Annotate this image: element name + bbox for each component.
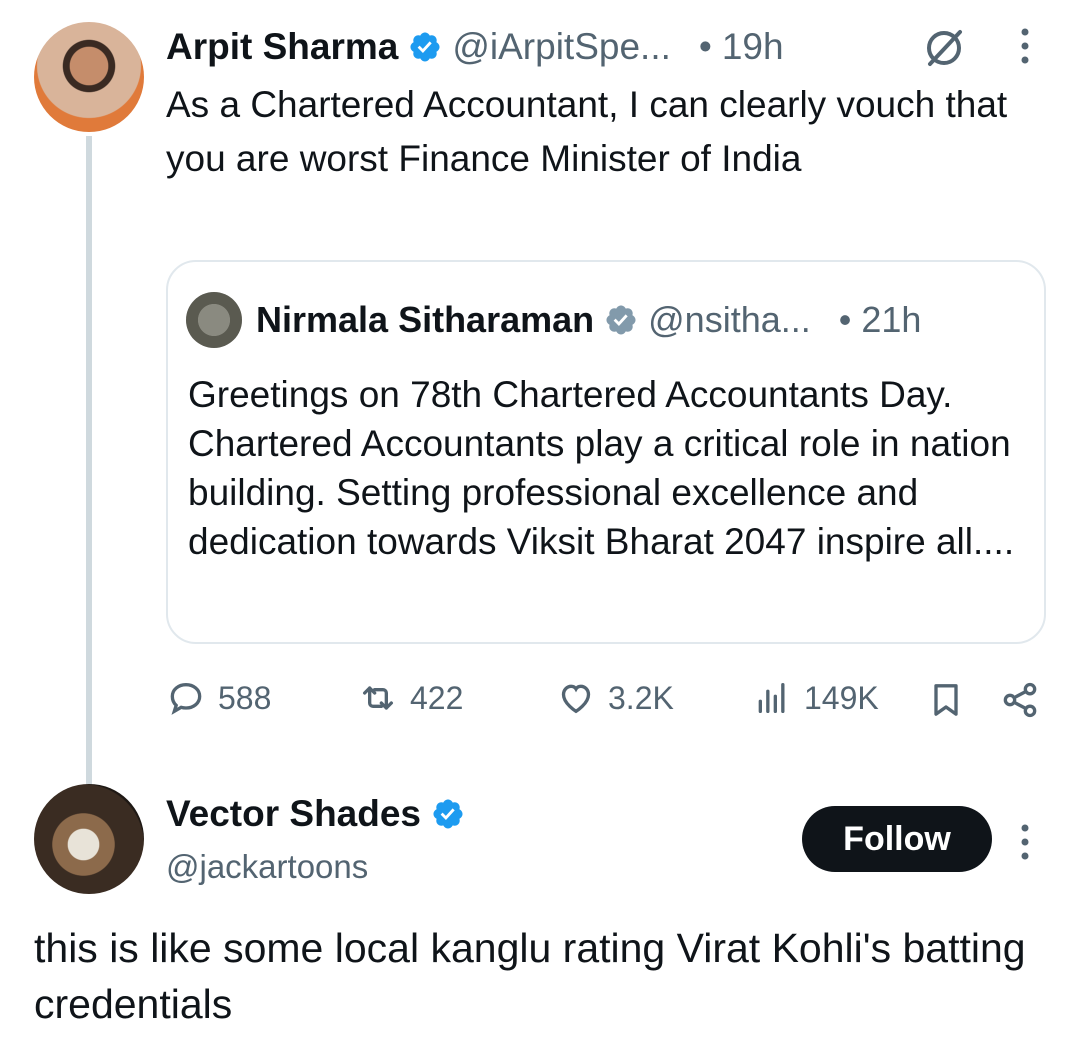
verified-badge-icon <box>433 799 463 829</box>
reply-button[interactable]: 588 <box>166 676 271 720</box>
author-name[interactable]: Arpit Sharma <box>166 26 398 68</box>
reply-text: this is like some local kanglu rating Vi… <box>34 925 1026 1027</box>
avatar[interactable] <box>34 784 144 894</box>
avatar <box>186 292 242 348</box>
repost-icon <box>363 686 393 710</box>
share-button[interactable] <box>1000 678 1040 722</box>
bookmark-icon <box>934 684 958 716</box>
views-count: 149K <box>804 679 879 716</box>
repost-button[interactable]: 422 <box>358 676 463 720</box>
author-handle[interactable]: @jackartoons <box>166 848 368 886</box>
separator-dot: • <box>838 299 852 340</box>
verified-gov-badge-icon <box>606 305 636 335</box>
like-count: 3.2K <box>608 679 674 716</box>
quoted-tweet-header: Nirmala Sitharaman @nsitha... • 21h <box>256 294 921 346</box>
avatar[interactable] <box>34 22 144 132</box>
views-button[interactable]: 149K <box>752 676 879 720</box>
quoted-author-handle: @nsitha... <box>648 299 811 340</box>
more-vertical-icon[interactable] <box>1010 24 1040 68</box>
thread-line <box>86 136 92 786</box>
bookmark-button[interactable] <box>926 678 966 722</box>
grok-icon[interactable] <box>922 26 966 70</box>
like-button[interactable]: 3.2K <box>556 676 674 720</box>
author-handle[interactable]: @iArpitSpe... <box>452 26 671 68</box>
verified-badge-icon <box>410 32 440 62</box>
follow-button[interactable]: Follow <box>802 806 992 872</box>
separator-dot: • <box>698 26 712 67</box>
timestamp[interactable]: 19h <box>722 26 784 68</box>
views-icon <box>758 683 785 713</box>
author-name[interactable]: Vector Shades <box>166 793 421 835</box>
tweet-header: Arpit Sharma @iArpitSpe... • 19h <box>166 22 784 72</box>
share-icon <box>1003 682 1037 718</box>
reply-icon <box>170 682 202 715</box>
repost-count: 422 <box>410 679 464 716</box>
heart-icon <box>561 684 591 714</box>
quoted-timestamp: 21h <box>861 299 922 340</box>
tweet-text: As a Chartered Accountant, I can clearly… <box>166 84 1008 179</box>
quoted-author-name: Nirmala Sitharaman <box>256 299 595 340</box>
more-vertical-icon[interactable] <box>1010 820 1040 864</box>
reply-header: Vector Shades <box>166 790 465 838</box>
reply-count: 588 <box>218 679 272 716</box>
quoted-tweet-text: Greetings on 78th Chartered Accountants … <box>188 374 1015 562</box>
